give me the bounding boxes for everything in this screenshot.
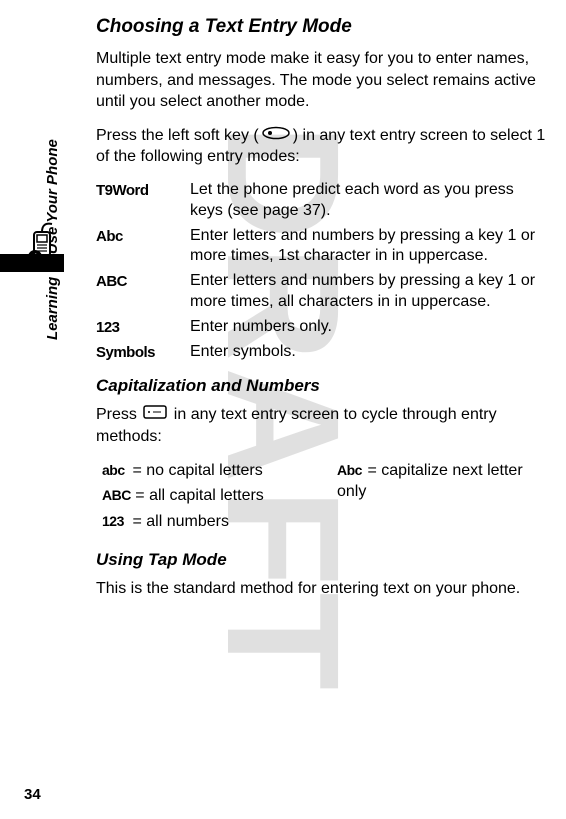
cap-term: 123 bbox=[102, 512, 128, 531]
para-press-softkey: Press the left soft key () in any text e… bbox=[96, 125, 548, 168]
mode-term: ABC bbox=[96, 271, 190, 290]
mode-desc: Enter letters and numbers by pressing a … bbox=[190, 271, 548, 313]
cap-item: abc = no capital letters bbox=[102, 460, 313, 482]
phone-info-icon: i bbox=[24, 218, 64, 274]
mode-term: Symbols bbox=[96, 342, 190, 361]
heading-tap-mode: Using Tap Mode bbox=[96, 550, 548, 570]
cap-desc: = no capital letters bbox=[128, 462, 263, 479]
para-tap-mode: This is the standard method for entering… bbox=[96, 578, 548, 600]
heading-choosing-mode: Choosing a Text Entry Mode bbox=[96, 16, 548, 38]
para-cycle-methods: Press in any text entry screen to cycle … bbox=[96, 404, 548, 447]
table-row: Abc Enter letters and numbers by pressin… bbox=[96, 226, 548, 268]
cap-desc: = all capital letters bbox=[131, 487, 264, 504]
mode-desc: Enter symbols. bbox=[190, 342, 548, 363]
entry-modes-table: T9Word Let the phone predict each word a… bbox=[96, 180, 548, 362]
capitalization-grid: abc = no capital letters ABC = all capit… bbox=[96, 460, 548, 537]
left-softkey-icon bbox=[261, 125, 291, 147]
text-fragment: Press bbox=[96, 406, 141, 423]
mode-term: T9Word bbox=[96, 180, 190, 199]
cap-term: abc bbox=[102, 461, 128, 480]
cap-col-right: Abc = capitalize next letter only bbox=[337, 460, 548, 537]
para-intro: Multiple text entry mode make it easy fo… bbox=[96, 48, 548, 113]
table-row: 123 Enter numbers only. bbox=[96, 317, 548, 338]
table-row: ABC Enter letters and numbers by pressin… bbox=[96, 271, 548, 313]
heading-capitalization: Capitalization and Numbers bbox=[96, 376, 548, 396]
mode-term: Abc bbox=[96, 226, 190, 245]
cap-item: 123 = all numbers bbox=[102, 511, 313, 533]
cap-desc: = capitalize next letter only bbox=[337, 462, 523, 501]
cap-term: ABC bbox=[102, 486, 131, 505]
cap-col-left: abc = no capital letters ABC = all capit… bbox=[102, 460, 313, 537]
main-content: Choosing a Text Entry Mode Multiple text… bbox=[96, 14, 548, 600]
page-number: 34 bbox=[24, 786, 41, 803]
cap-desc: = all numbers bbox=[128, 513, 229, 530]
cap-term: Abc bbox=[337, 461, 363, 480]
mode-desc: Let the phone predict each word as you p… bbox=[190, 180, 548, 222]
mode-desc: Enter numbers only. bbox=[190, 317, 548, 338]
cap-item: Abc = capitalize next letter only bbox=[337, 460, 548, 503]
cap-item: ABC = all capital letters bbox=[102, 485, 313, 507]
key-icon bbox=[143, 404, 167, 426]
mode-term: 123 bbox=[96, 317, 190, 336]
text-fragment: Press the left soft key ( bbox=[96, 127, 259, 144]
mode-desc: Enter letters and numbers by pressing a … bbox=[190, 226, 548, 268]
page-container: Learning to Use Your Phone i Choosing a … bbox=[0, 0, 566, 819]
table-row: T9Word Let the phone predict each word a… bbox=[96, 180, 548, 222]
table-row: Symbols Enter symbols. bbox=[96, 342, 548, 363]
